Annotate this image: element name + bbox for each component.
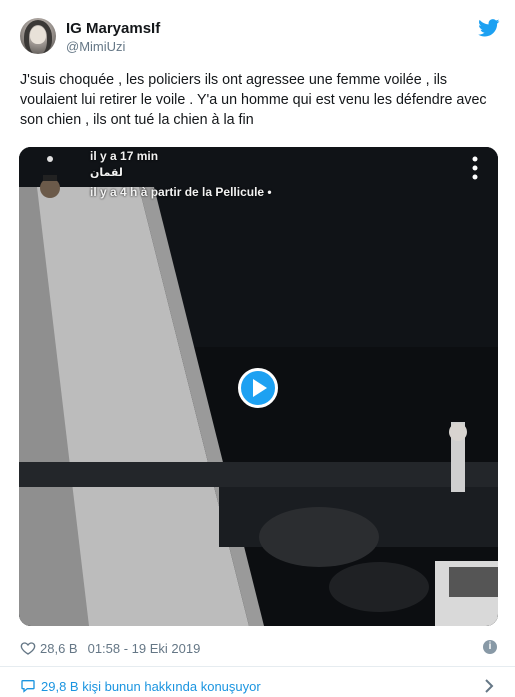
video-overlay-name: لقمان — [90, 167, 123, 179]
conversation-text: 29,8 B kişi bunun hakkında konuşuyor — [41, 678, 261, 694]
info-icon[interactable]: i — [483, 640, 497, 654]
tweet-text: J'suis choquée , les policiers ils ont a… — [20, 72, 487, 128]
divider — [0, 666, 515, 667]
video-overlay-source: il y a 4 h à partir de la Pellicule • — [90, 185, 272, 199]
tweet-card: IG MaryamsIf @MimiUzi J'suis choquée , l… — [0, 0, 515, 697]
avatar[interactable] — [20, 18, 56, 54]
display-name[interactable]: IG MaryamsIf — [66, 20, 160, 37]
video-overlay-time: il y a 17 min — [90, 149, 159, 163]
conversation-link[interactable]: 29,8 B kişi bunun hakkında konuşuyor — [20, 678, 261, 694]
chevron-right-icon[interactable] — [484, 679, 494, 693]
twitter-bird-icon[interactable] — [478, 19, 500, 37]
play-icon — [253, 379, 267, 397]
play-button[interactable] — [238, 368, 278, 408]
more-vertical-icon — [472, 156, 478, 180]
tweet-timestamp[interactable]: 01:58 - 19 Eki 2019 — [88, 641, 201, 656]
user-handle[interactable]: @MimiUzi — [66, 39, 125, 54]
avatar-badge — [40, 156, 60, 198]
heart-icon[interactable] — [20, 640, 36, 656]
video-player[interactable]: il y a 17 min لقمان il y a 4 h à partir … — [19, 147, 498, 626]
like-count[interactable]: 28,6 B — [40, 641, 78, 656]
speech-bubble-icon — [21, 680, 35, 693]
tweet-meta: 28,6 B 01:58 - 19 Eki 2019 — [20, 639, 200, 657]
